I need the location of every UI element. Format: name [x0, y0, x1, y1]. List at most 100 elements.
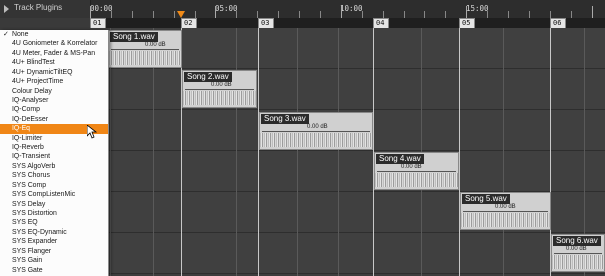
- plugin-menu-item-label: 4U+ DynamicTiltEQ: [12, 68, 73, 76]
- ruler-tick: [570, 11, 572, 18]
- time-label: 05:00: [215, 4, 238, 13]
- timeline-ruler[interactable]: 00:00 05:00 10:00 15:00: [90, 0, 605, 18]
- ruler-tick: [257, 11, 259, 18]
- gain-line[interactable]: [185, 89, 254, 90]
- ruler-tick: [215, 6, 217, 18]
- ruler-tick: [361, 11, 363, 18]
- check-icon: ✓: [3, 31, 9, 38]
- plugin-menu-item-label: 4U+ ProjectTime: [12, 78, 64, 86]
- plugin-menu-item-label: SYS Distortion: [12, 209, 57, 217]
- plugin-menu-item[interactable]: SYS Gate: [0, 266, 108, 275]
- time-label: 10:00: [340, 4, 363, 13]
- marker-line: [258, 28, 259, 276]
- audio-clip-song-6[interactable]: Song 6.wav 0.00 dB: [551, 234, 605, 272]
- plugin-menu-item[interactable]: IQ-DeEsser: [0, 115, 108, 124]
- plugin-dropdown-menu: ✓ None 4U Goniometer & Korrelator 4U Meter,…: [0, 30, 109, 276]
- audio-clip-song-3[interactable]: Song 3.wav 0.00 dB: [259, 112, 373, 150]
- plugin-menu-item-label: SYS Delay: [12, 200, 46, 208]
- plugin-menu-item-label: SYS Gate: [12, 266, 43, 274]
- plugin-menu-item[interactable]: IQ-Analyser: [0, 96, 108, 105]
- ruler-tick: [403, 11, 405, 18]
- clip-title: Song 4.wav: [376, 154, 424, 164]
- ruler-tick: [382, 11, 384, 18]
- plugin-menu-item-label: 4U+ BlindTest: [12, 59, 55, 67]
- ruler-tick: [278, 11, 280, 18]
- marker-line: [459, 28, 460, 276]
- plugin-menu-item-label: IQ-Eq: [12, 125, 30, 133]
- clip-gain: 0.00 dB: [495, 204, 516, 210]
- plugin-menu-item-label: SYS Comp: [12, 181, 47, 189]
- ruler-tick: [340, 6, 342, 18]
- gain-line[interactable]: [554, 253, 602, 254]
- plugin-menu-item[interactable]: 4U+ BlindTest: [0, 58, 108, 67]
- plugin-menu-item[interactable]: IQ-Transient: [0, 152, 108, 161]
- gain-line[interactable]: [111, 49, 179, 50]
- plugin-menu-item[interactable]: SYS Chorus: [0, 171, 108, 180]
- audio-clip-song-4[interactable]: Song 4.wav 0.00 dB: [374, 152, 459, 190]
- audio-clip-song-1[interactable]: Song 1.wav 0.00 dB: [108, 30, 182, 68]
- gain-line[interactable]: [377, 171, 456, 172]
- ruler-tick: [90, 6, 91, 18]
- track-row: [90, 151, 605, 192]
- track-plugins-title: Track Plugins: [14, 3, 63, 12]
- ruler-tick: [236, 11, 238, 18]
- ruler-tick: [299, 11, 300, 18]
- clip-gain: 0.00 dB: [401, 164, 422, 170]
- ruler-tick: [152, 11, 154, 18]
- plugin-menu-item[interactable]: SYS EQ-Dynamic: [0, 228, 108, 237]
- plugin-menu-item-label: IQ-DeEsser: [12, 115, 48, 123]
- plugin-menu-item[interactable]: SYS Flanger: [0, 247, 108, 256]
- plugin-menu-item[interactable]: SYS AlgoVerb: [0, 162, 108, 171]
- plugin-menu-item[interactable]: SYS CompListenMic: [0, 190, 108, 199]
- plugin-menu-item[interactable]: 4U+ DynamicTiltEQ: [0, 68, 108, 77]
- waveform: [260, 133, 372, 147]
- plugin-menu-item-label: IQ-Limiter: [12, 134, 43, 142]
- plugin-menu-item-label: 4U Meter, Fader & MS-Pan: [12, 49, 96, 57]
- grid-line: [503, 28, 504, 276]
- plugin-menu-item[interactable]: SYS EQ: [0, 218, 108, 227]
- plugin-menu-item-label: SYS AlgoVerb: [12, 162, 56, 170]
- clip-title: Song 6.wav: [553, 236, 601, 246]
- expand-triangle-icon[interactable]: [4, 5, 9, 13]
- plugin-menu-item[interactable]: SYS Expander: [0, 237, 108, 246]
- plugin-menu-item[interactable]: IQ-Comp: [0, 105, 108, 114]
- grid-line: [338, 28, 339, 276]
- gain-line[interactable]: [463, 211, 548, 212]
- clip-title: Song 3.wav: [261, 114, 309, 124]
- ruler-tick: [424, 11, 426, 18]
- plugin-menu-item-label: SYS EQ: [12, 219, 38, 227]
- clip-gain: 0.00 dB: [145, 42, 166, 48]
- top-bar: Track Plugins 00:00 05:00 10:00 15:00: [0, 0, 605, 18]
- plugin-menu-item-label: IQ-Analyser: [12, 96, 49, 104]
- audio-clip-song-2[interactable]: Song 2.wav 0.00 dB: [182, 70, 257, 108]
- playhead-icon[interactable]: [177, 11, 185, 18]
- time-label: 15:00: [466, 4, 489, 13]
- plugin-menu-item[interactable]: SYS Comp: [0, 181, 108, 190]
- plugin-menu-item-label: Colour Delay: [12, 87, 52, 95]
- time-label: 00:00: [90, 4, 113, 13]
- plugin-menu-item[interactable]: 4U Meter, Fader & MS-Pan: [0, 49, 108, 58]
- clip-gain: 0.00 dB: [307, 124, 328, 130]
- ruler-tick: [487, 11, 489, 18]
- plugin-menu-item[interactable]: SYS Delay: [0, 200, 108, 209]
- ruler-tick: [131, 11, 133, 18]
- plugin-menu-item[interactable]: ✓ None: [0, 30, 108, 39]
- clip-gain: 0.00 dB: [211, 82, 232, 88]
- clip-title: Song 2.wav: [184, 72, 232, 82]
- audio-clip-song-5[interactable]: Song 5.wav 0.00 dB: [460, 192, 551, 230]
- ruler-tick: [508, 11, 509, 18]
- plugin-menu-item[interactable]: 4U+ ProjectTime: [0, 77, 108, 86]
- track-plugins-header[interactable]: Track Plugins: [0, 0, 91, 18]
- plugin-menu-item[interactable]: SYS Gain: [0, 256, 108, 265]
- plugin-menu-item[interactable]: Colour Delay: [0, 87, 108, 96]
- gain-line[interactable]: [262, 131, 370, 132]
- ruler-tick: [591, 6, 593, 18]
- grid-line: [236, 28, 237, 276]
- ruler-tick: [466, 6, 468, 18]
- grid-line: [297, 28, 298, 276]
- plugin-menu-item[interactable]: SYS Distortion: [0, 209, 108, 218]
- ruler-tick: [194, 11, 196, 18]
- plugin-menu-item[interactable]: 4U Goniometer & Korrelator: [0, 39, 108, 48]
- plugin-menu-item[interactable]: IQ-Reverb: [0, 143, 108, 152]
- waveform: [552, 255, 604, 269]
